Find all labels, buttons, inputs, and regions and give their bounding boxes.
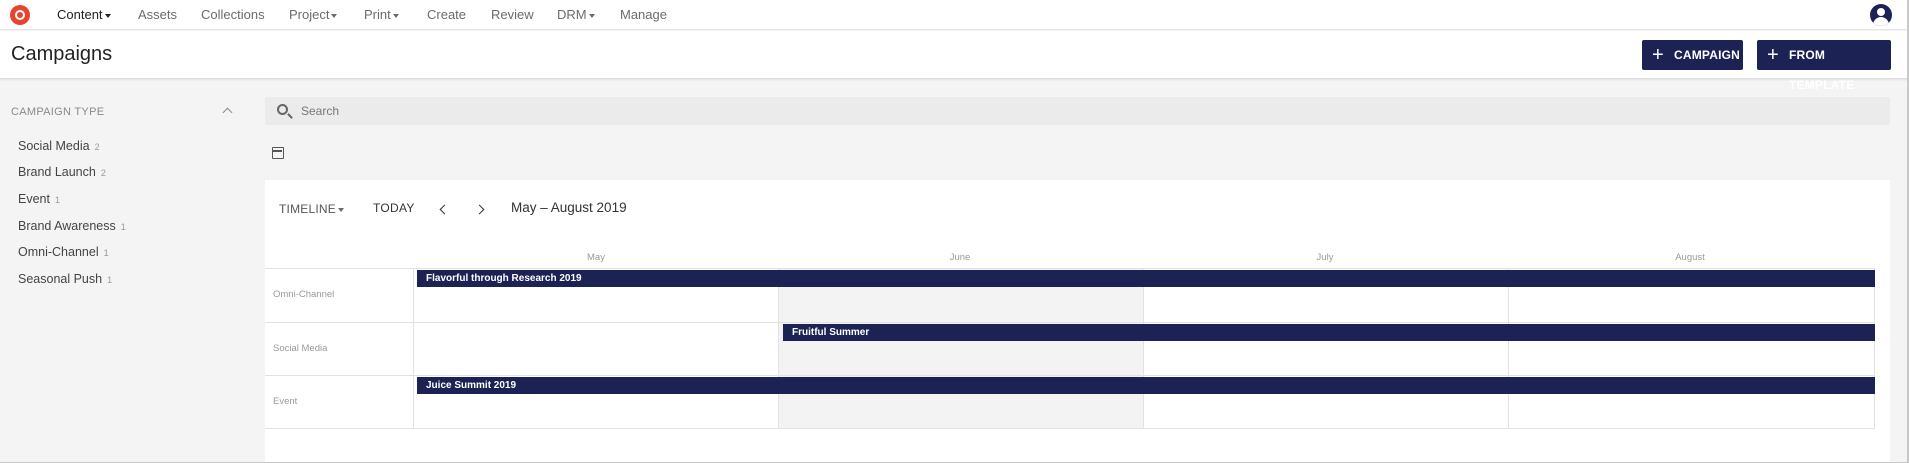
plus-icon: +	[1767, 44, 1779, 66]
from-template-button[interactable]: + FROM TEMPLATE	[1757, 40, 1891, 92]
avatar-body	[1873, 17, 1889, 26]
nav-item-label: Project	[289, 7, 330, 22]
row-label-event: Event	[273, 396, 298, 407]
view-select-label: TIMELINE	[279, 202, 336, 216]
row-divider	[265, 428, 1875, 429]
filter-item-seasonal-push[interactable]: Seasonal Push 1	[18, 272, 112, 286]
nav-item-content[interactable]: Content	[57, 0, 111, 30]
avatar-head	[1877, 8, 1885, 16]
filter-label: Social Media	[18, 139, 90, 153]
campaign-bar[interactable]: Flavorful through Research 2019	[417, 270, 1875, 287]
filter-label: Omni-Channel	[18, 245, 99, 259]
date-range-label: May – August 2019	[511, 200, 627, 215]
row-label-omni-channel: Omni-Channel	[273, 289, 335, 300]
nav-item-label: Review	[491, 7, 534, 22]
button-label: CAMPAIGN	[1674, 48, 1741, 62]
row-divider	[265, 322, 1875, 323]
nav-item-label: Content	[57, 7, 103, 22]
nav-item-drm[interactable]: DRM	[557, 0, 595, 30]
filter-item-omni-channel[interactable]: Omni-Channel 1	[18, 245, 109, 259]
month-column	[1143, 268, 1508, 429]
chevron-up-icon[interactable]	[222, 107, 233, 118]
top-nav: Content Assets Collections Project Print…	[0, 0, 1909, 30]
nav-item-review[interactable]: Review	[491, 0, 534, 30]
filter-heading-campaign-type: CAMPAIGN TYPE	[11, 106, 105, 118]
nav-item-label: Assets	[138, 7, 178, 22]
nav-item-print[interactable]: Print	[364, 0, 399, 30]
month-label-may: May	[587, 252, 605, 263]
month-column	[413, 268, 778, 429]
filter-item-brand-awareness[interactable]: Brand Awareness 1	[18, 219, 126, 233]
search-input[interactable]	[301, 97, 1881, 125]
nav-item-label: Create	[427, 7, 467, 22]
caret-down-icon	[331, 13, 338, 18]
grid-right-edge	[1874, 268, 1875, 429]
filter-label: Brand Awareness	[18, 219, 116, 233]
plus-icon: +	[1652, 44, 1664, 66]
page-header: Campaigns + CAMPAIGN + FROM TEMPLATE	[0, 31, 1909, 92]
filter-item-brand-launch[interactable]: Brand Launch 2	[18, 165, 106, 179]
search-bar	[265, 97, 1890, 125]
campaign-bar[interactable]: Juice Summit 2019	[417, 377, 1875, 394]
campaign-bar[interactable]: Fruitful Summer	[783, 324, 1875, 341]
nav-item-label: Collections	[201, 7, 265, 22]
button-label: FROM TEMPLATE	[1789, 48, 1855, 92]
today-button[interactable]: TODAY	[373, 201, 415, 215]
filter-count: 1	[107, 275, 113, 285]
row-label-social-media: Social Media	[273, 343, 328, 354]
nav-item-manage[interactable]: Manage	[620, 0, 667, 30]
filter-count: 1	[120, 222, 126, 232]
chevron-right-icon[interactable]	[474, 204, 485, 215]
nav-item-collections[interactable]: Collections	[201, 0, 265, 30]
caret-down-icon	[104, 13, 111, 18]
filter-count: 2	[100, 168, 106, 178]
filter-count: 2	[94, 142, 100, 152]
nav-item-label: Manage	[620, 7, 667, 22]
view-select[interactable]: TIMELINE	[279, 202, 344, 216]
add-campaign-button[interactable]: + CAMPAIGN	[1642, 40, 1743, 70]
row-divider	[265, 375, 1875, 376]
nav-item-create[interactable]: Create	[427, 0, 466, 30]
row-divider	[265, 268, 1875, 269]
month-label-july: July	[1316, 252, 1334, 263]
filter-label: Brand Launch	[18, 165, 96, 179]
month-label-june: June	[949, 252, 971, 263]
nav-item-label: DRM	[557, 7, 587, 22]
month-column	[1508, 268, 1874, 429]
timeline-panel: TIMELINE TODAY May – August 2019 May Jun…	[265, 180, 1890, 463]
filter-count: 1	[54, 195, 60, 205]
app-logo-icon[interactable]	[10, 5, 30, 25]
caret-down-icon	[588, 13, 595, 18]
filter-count: 1	[103, 248, 109, 258]
page-title: Campaigns	[11, 43, 113, 65]
filter-item-event[interactable]: Event 1	[18, 192, 60, 206]
nav-item-assets[interactable]: Assets	[138, 0, 177, 30]
label-column-divider	[413, 268, 414, 429]
timeline-grid: May June July August Omni-Channel Social…	[265, 248, 1890, 429]
search-icon	[277, 104, 288, 115]
filter-item-social-media[interactable]: Social Media 2	[18, 139, 100, 153]
month-column	[778, 268, 1143, 429]
nav-item-project[interactable]: Project	[289, 0, 338, 30]
chevron-left-icon[interactable]	[439, 204, 450, 215]
month-label-august: August	[1675, 252, 1705, 263]
nav-item-label: Print	[364, 7, 391, 22]
caret-down-icon	[337, 207, 344, 212]
caret-down-icon	[392, 13, 399, 18]
filter-label: Seasonal Push	[18, 272, 103, 286]
calendar-icon[interactable]	[272, 147, 284, 159]
filter-label: Event	[18, 192, 50, 206]
user-avatar-icon[interactable]	[1870, 4, 1892, 26]
